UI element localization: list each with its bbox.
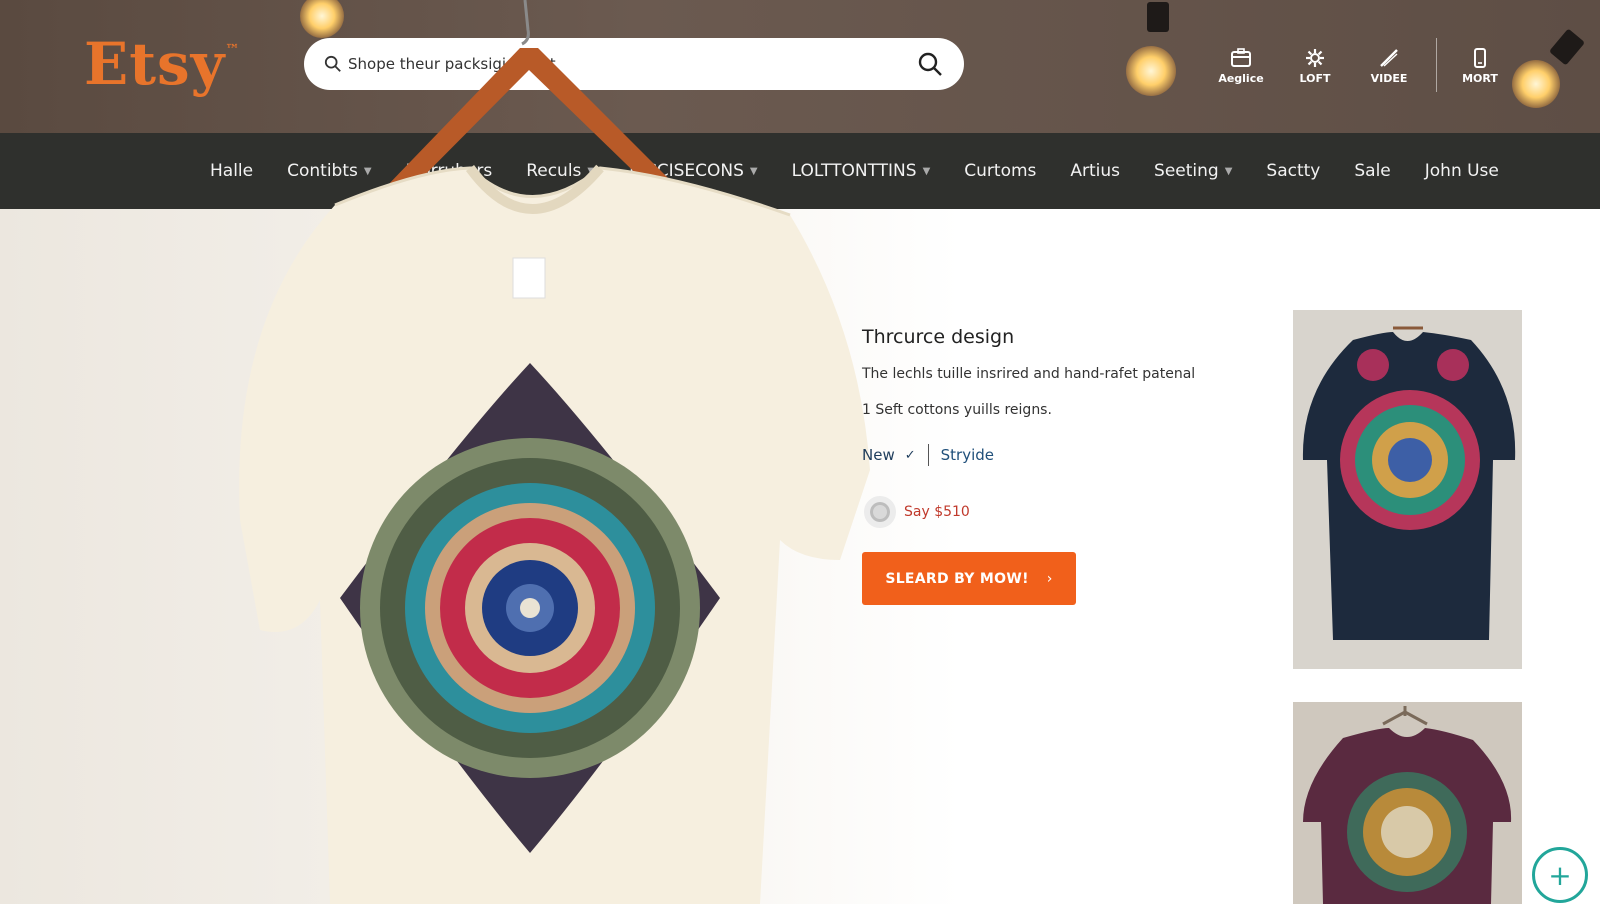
phone-icon [1474,48,1486,68]
thumbnail-image [1303,706,1512,904]
header-link-label: Aeglice [1218,72,1264,85]
product-price: Say $510 [904,504,970,520]
nav-item-label: Artius [1070,161,1121,181]
option-new[interactable]: New [862,446,895,464]
nav-item-label: Seeting [1154,161,1219,181]
plus-icon: + [1548,858,1572,892]
check-icon: ✓ [904,447,916,463]
nav-item-artius[interactable]: Artius [1070,161,1120,181]
nav-item-sale[interactable]: Sale [1354,161,1390,181]
header-link-label: VIDEE [1370,72,1408,85]
nav-item-label: Sactty [1266,161,1321,181]
nav-item-label: Sale [1354,161,1391,181]
nav-item-john-use[interactable]: John Use [1425,161,1499,181]
header-link-mort[interactable]: MORT [1450,48,1510,85]
chevron-down-icon: ▼ [922,165,931,177]
chevron-down-icon: ▼ [1224,165,1233,177]
header-link-aeglice[interactable]: Aeglice [1211,48,1271,85]
nav-item-label: Curtoms [964,161,1037,181]
nav-item-label: John Use [1424,161,1499,181]
option-divider [927,444,929,466]
gear-icon [1306,49,1324,67]
product-thumbnail[interactable] [1293,702,1522,904]
product-main-image[interactable] [140,0,880,904]
product-thumbnail[interactable] [1293,310,1522,669]
buy-now-button[interactable]: SLEARD BY MOW! › [862,552,1076,605]
search-icon [918,52,942,76]
nav-item-sactty[interactable]: Sactty [1266,161,1320,181]
add-button[interactable]: + [1532,847,1588,903]
light-bulb-icon [1512,60,1560,108]
product-info: Thrcurce design The lechls tuille insrir… [862,326,1262,605]
chevron-right-icon: › [1046,570,1053,587]
thumbnail-image [1302,326,1516,640]
header-link-videe[interactable]: VIDEE [1359,48,1419,85]
product-subtitle: 1 Seft cottons yuills reigns. [862,402,1052,418]
nav-item-curtoms[interactable]: Curtoms [964,161,1036,181]
product-options: New ✓ Stryide [862,444,1262,466]
option-style[interactable]: Stryide [941,446,994,464]
price-radio[interactable] [864,496,896,528]
search-button[interactable] [916,50,944,78]
bulb-socket-icon [1147,2,1169,32]
header-link-label: LOFT [1299,72,1331,85]
bulb-socket-icon [1548,28,1586,66]
buy-now-label: SLEARD BY MOW! [885,570,1029,587]
nav-item-seeting[interactable]: Seeting ▼ [1154,161,1232,181]
shop-icon [1231,48,1251,67]
header-divider [1436,38,1437,92]
header-link-loft[interactable]: LOFT [1285,48,1345,85]
light-bulb-icon [1126,46,1176,96]
pen-icon [1380,49,1398,67]
price-row: Say $510 [864,496,1262,528]
header-link-label: MORT [1462,72,1498,85]
product-title: Thrcurce design [862,326,1015,348]
product-description: The lechls tuille insrired and hand-rafe… [862,366,1196,382]
